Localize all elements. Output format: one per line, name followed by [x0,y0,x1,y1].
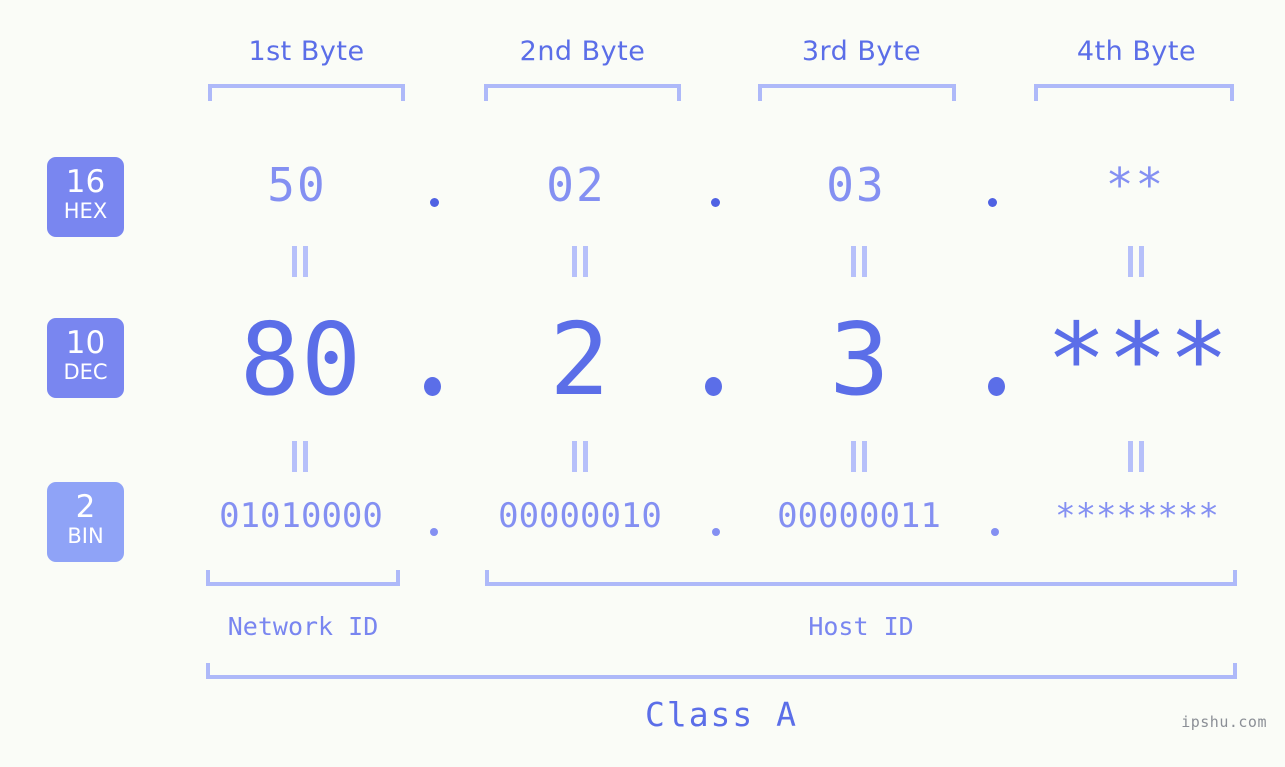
hex-separator-1 [430,198,439,207]
hex-separator-2 [711,198,720,207]
hex-byte-4: ** [1105,158,1166,212]
bin-byte-3: 00000011 [777,496,941,536]
base-badge-bin-number: 2 [75,489,96,525]
byte-bracket-1 [208,84,405,101]
dec-byte-3: 3 [829,301,891,418]
equals-mark-hex-dec-3 [851,246,869,277]
host-id-bracket [485,570,1237,586]
base-badge-dec-name: DEC [63,360,108,384]
dec-byte-2: 2 [549,301,611,418]
bin-separator-1 [430,528,438,536]
hex-byte-2: 02 [546,158,606,212]
diagram-canvas: 1st Byte 2nd Byte 3rd Byte 4th Byte 16 H… [0,0,1285,767]
bin-byte-4: ******** [1055,496,1219,536]
byte-header-2: 2nd Byte [519,36,646,67]
equals-mark-hex-dec-1 [292,246,310,277]
base-badge-bin: 2 BIN [47,482,124,562]
class-label: Class A [644,695,799,734]
equals-mark-hex-dec-4 [1128,246,1146,277]
equals-mark-dec-bin-4 [1128,441,1146,472]
base-badge-dec: 10 DEC [47,318,124,398]
equals-mark-dec-bin-2 [572,441,590,472]
equals-mark-dec-bin-3 [851,441,869,472]
byte-header-1: 1st Byte [248,36,365,67]
hex-separator-3 [988,198,997,207]
base-badge-hex: 16 HEX [47,157,124,237]
dec-byte-4: *** [1046,301,1230,418]
base-badge-dec-number: 10 [65,325,106,361]
dec-separator-1 [424,377,441,396]
bin-byte-1: 01010000 [219,496,383,536]
byte-bracket-3 [758,84,956,101]
hex-byte-1: 50 [267,158,327,212]
network-id-bracket [206,570,400,586]
dec-byte-1: 80 [239,301,363,418]
watermark: ipshu.com [1181,713,1267,731]
byte-header-3: 3rd Byte [801,36,922,67]
bin-byte-2: 00000010 [498,496,662,536]
network-id-label: Network ID [227,612,379,641]
byte-bracket-2 [484,84,681,101]
base-badge-bin-name: BIN [67,524,104,548]
byte-header-4: 4th Byte [1076,36,1197,67]
byte-bracket-4 [1034,84,1234,101]
dec-separator-3 [988,377,1005,396]
bin-separator-2 [712,528,720,536]
equals-mark-hex-dec-2 [572,246,590,277]
host-id-label: Host ID [808,612,914,641]
dec-separator-2 [705,377,722,396]
equals-mark-dec-bin-1 [292,441,310,472]
bin-separator-3 [991,528,999,536]
hex-byte-3: 03 [826,158,886,212]
class-bracket [206,663,1237,679]
base-badge-hex-number: 16 [65,164,106,200]
base-badge-hex-name: HEX [63,199,108,223]
